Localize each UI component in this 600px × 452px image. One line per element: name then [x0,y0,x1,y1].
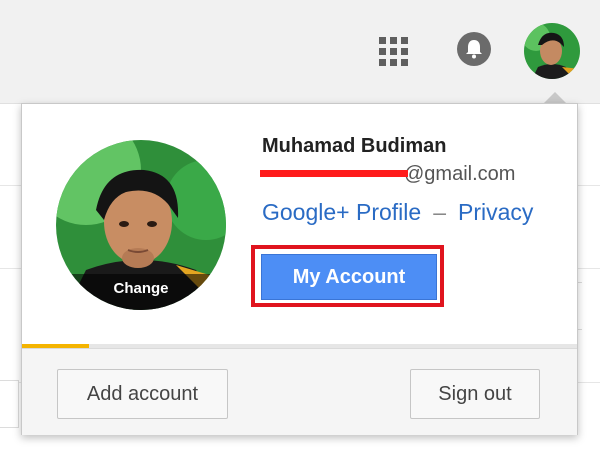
account-menu-popup: Change Muhamad Budiman @gmail.com Google… [21,103,578,435]
account-links: Google+ Profile – Privacy [262,199,533,226]
google-plus-profile-link[interactable]: Google+ Profile [262,199,421,225]
link-separator: – [433,199,446,225]
sign-out-button[interactable]: Sign out [410,369,540,419]
apps-grid-icon[interactable] [379,37,409,67]
email-redaction [260,170,408,178]
profile-photo[interactable]: Change [56,140,226,310]
user-email: @gmail.com [260,163,515,186]
email-domain: @gmail.com [404,163,516,185]
user-name: Muhamad Budiman [262,135,447,157]
add-account-button[interactable]: Add account [57,369,228,419]
account-menu-footer: Add account Sign out [22,348,577,435]
background-panel [0,380,19,428]
account-avatar-icon[interactable] [524,23,580,79]
my-account-button[interactable]: My Account [261,254,437,300]
change-photo-label[interactable]: Change [56,274,226,310]
top-bar [0,0,600,104]
notifications-bell-icon[interactable] [457,32,491,66]
privacy-link[interactable]: Privacy [458,199,533,225]
